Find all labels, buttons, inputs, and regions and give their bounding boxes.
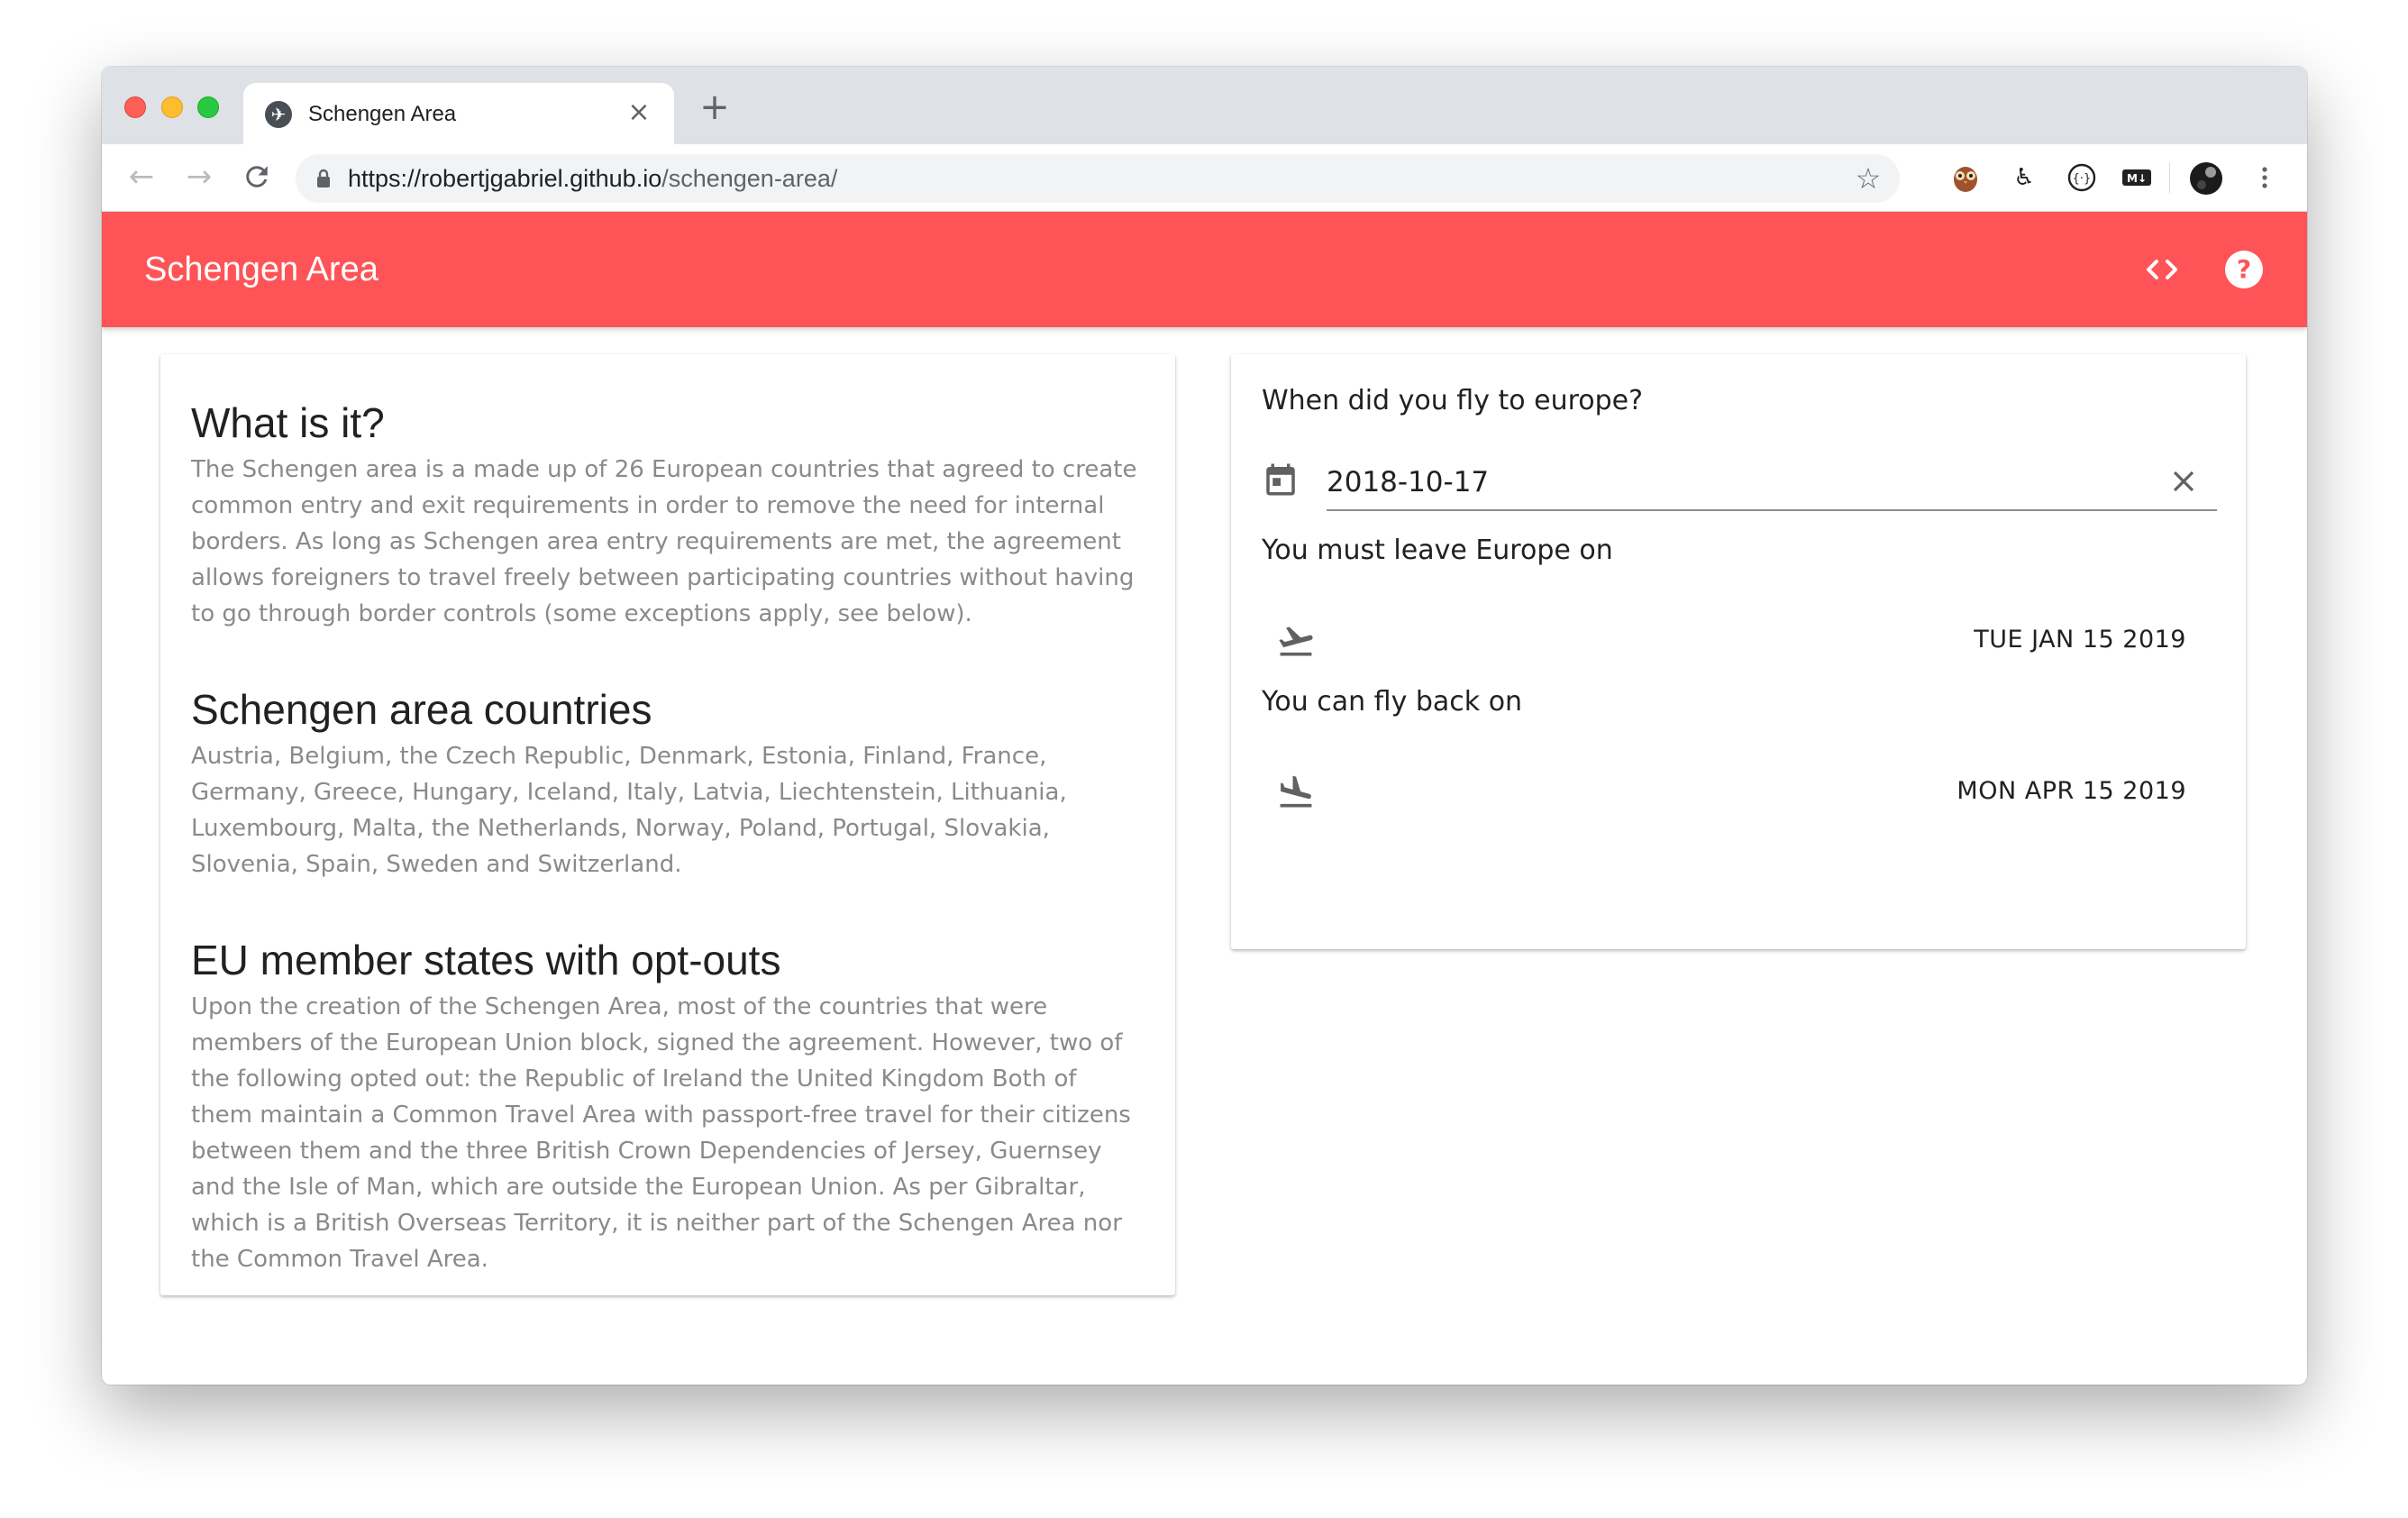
url-host: https://robertjgabriel.github.io [348, 165, 662, 192]
app-bar: Schengen Area ? [102, 212, 2307, 327]
flight-land-icon [1280, 775, 1312, 808]
url-path: /schengen-area/ [661, 165, 838, 192]
accessibility-extension-icon[interactable]: ♿ [2008, 161, 2040, 194]
return-label: You can fly back on [1262, 686, 1523, 718]
info-section-opt-outs: EU member states with opt-outs Upon the … [191, 935, 1145, 1277]
leave-date-row: TUE JAN 15 2019 [1262, 617, 2186, 663]
page-content: What is it? The Schengen area is a made … [102, 327, 2307, 1385]
toolbar-separator [2169, 162, 2170, 193]
section-body: The Schengen area is a made up of 26 Eur… [191, 456, 1137, 627]
bookmark-star-icon[interactable]: ☆ [1853, 163, 1884, 194]
section-heading: EU member states with opt-outs [191, 937, 781, 983]
reload-icon[interactable] [237, 157, 277, 197]
leave-date: TUE JAN 15 2019 [1974, 626, 2186, 654]
leave-label: You must leave Europe on [1262, 535, 1613, 566]
markdown-extension-icon[interactable]: M↓ [2121, 161, 2153, 194]
app-title: Schengen Area [144, 251, 379, 288]
info-section-countries: Schengen area countries Austria, Belgium… [191, 684, 1145, 882]
browser-toolbar: ← → https://robertjgabriel.github.io/sch… [102, 144, 2307, 212]
arrival-question: When did you fly to europe? [1262, 385, 1644, 416]
info-section-what: What is it? The Schengen area is a made … [191, 398, 1145, 632]
maximize-window-button[interactable] [197, 96, 219, 118]
section-body: Upon the creation of the Schengen Area, … [191, 993, 1131, 1273]
calendar-icon[interactable] [1262, 461, 1300, 498]
return-date-row: MON APR 15 2019 [1262, 769, 2186, 814]
airplane-favicon-icon: ✈ [265, 101, 292, 128]
arrival-date-field[interactable]: 2018-10-17 [1327, 457, 2217, 511]
browser-menu-icon[interactable] [2248, 161, 2281, 194]
source-code-icon[interactable] [2140, 248, 2184, 291]
svg-text:?: ? [2237, 254, 2251, 284]
section-heading: Schengen area countries [191, 686, 652, 733]
url-text: https://robertjgabriel.github.io/schenge… [348, 163, 837, 194]
new-tab-button[interactable]: + [697, 89, 733, 126]
section-heading: What is it? [191, 399, 385, 446]
browser-window: ✈ Schengen Area × + ← → https://robertjg… [102, 67, 2307, 1385]
svg-text:M↓: M↓ [2127, 172, 2147, 185]
owl-extension-icon[interactable] [1949, 161, 1982, 194]
close-window-button[interactable] [124, 96, 146, 118]
arrival-date-value: 2018-10-17 [1327, 466, 1490, 498]
tab-title: Schengen Area [308, 102, 457, 126]
section-body: Austria, Belgium, the Czech Republic, De… [191, 743, 1067, 878]
svg-text:{·}: {·} [2073, 172, 2092, 186]
lock-icon [317, 169, 330, 187]
clear-icon[interactable] [2166, 464, 2201, 498]
help-icon[interactable]: ? [2222, 248, 2266, 291]
back-arrow-icon[interactable]: ← [122, 157, 161, 197]
forward-arrow-icon[interactable]: → [179, 157, 219, 197]
json-viewer-extension-icon[interactable]: {·} [2066, 161, 2098, 194]
address-bar[interactable]: https://robertjgabriel.github.io/schenge… [296, 154, 1900, 203]
calculator-card: When did you fly to europe? 2018-10-17 Y… [1231, 354, 2246, 949]
minimize-window-button[interactable] [161, 96, 183, 118]
return-date: MON APR 15 2019 [1957, 777, 2186, 805]
tab-strip: ✈ Schengen Area × + [102, 67, 2307, 144]
flight-takeoff-icon [1279, 626, 1313, 656]
arrival-date-row: 2018-10-17 [1262, 457, 2217, 511]
profile-avatar[interactable] [2189, 161, 2222, 195]
tab-close-icon[interactable]: × [624, 97, 654, 128]
info-card: What is it? The Schengen area is a made … [160, 354, 1175, 1295]
browser-tab[interactable]: ✈ Schengen Area × [243, 83, 674, 144]
